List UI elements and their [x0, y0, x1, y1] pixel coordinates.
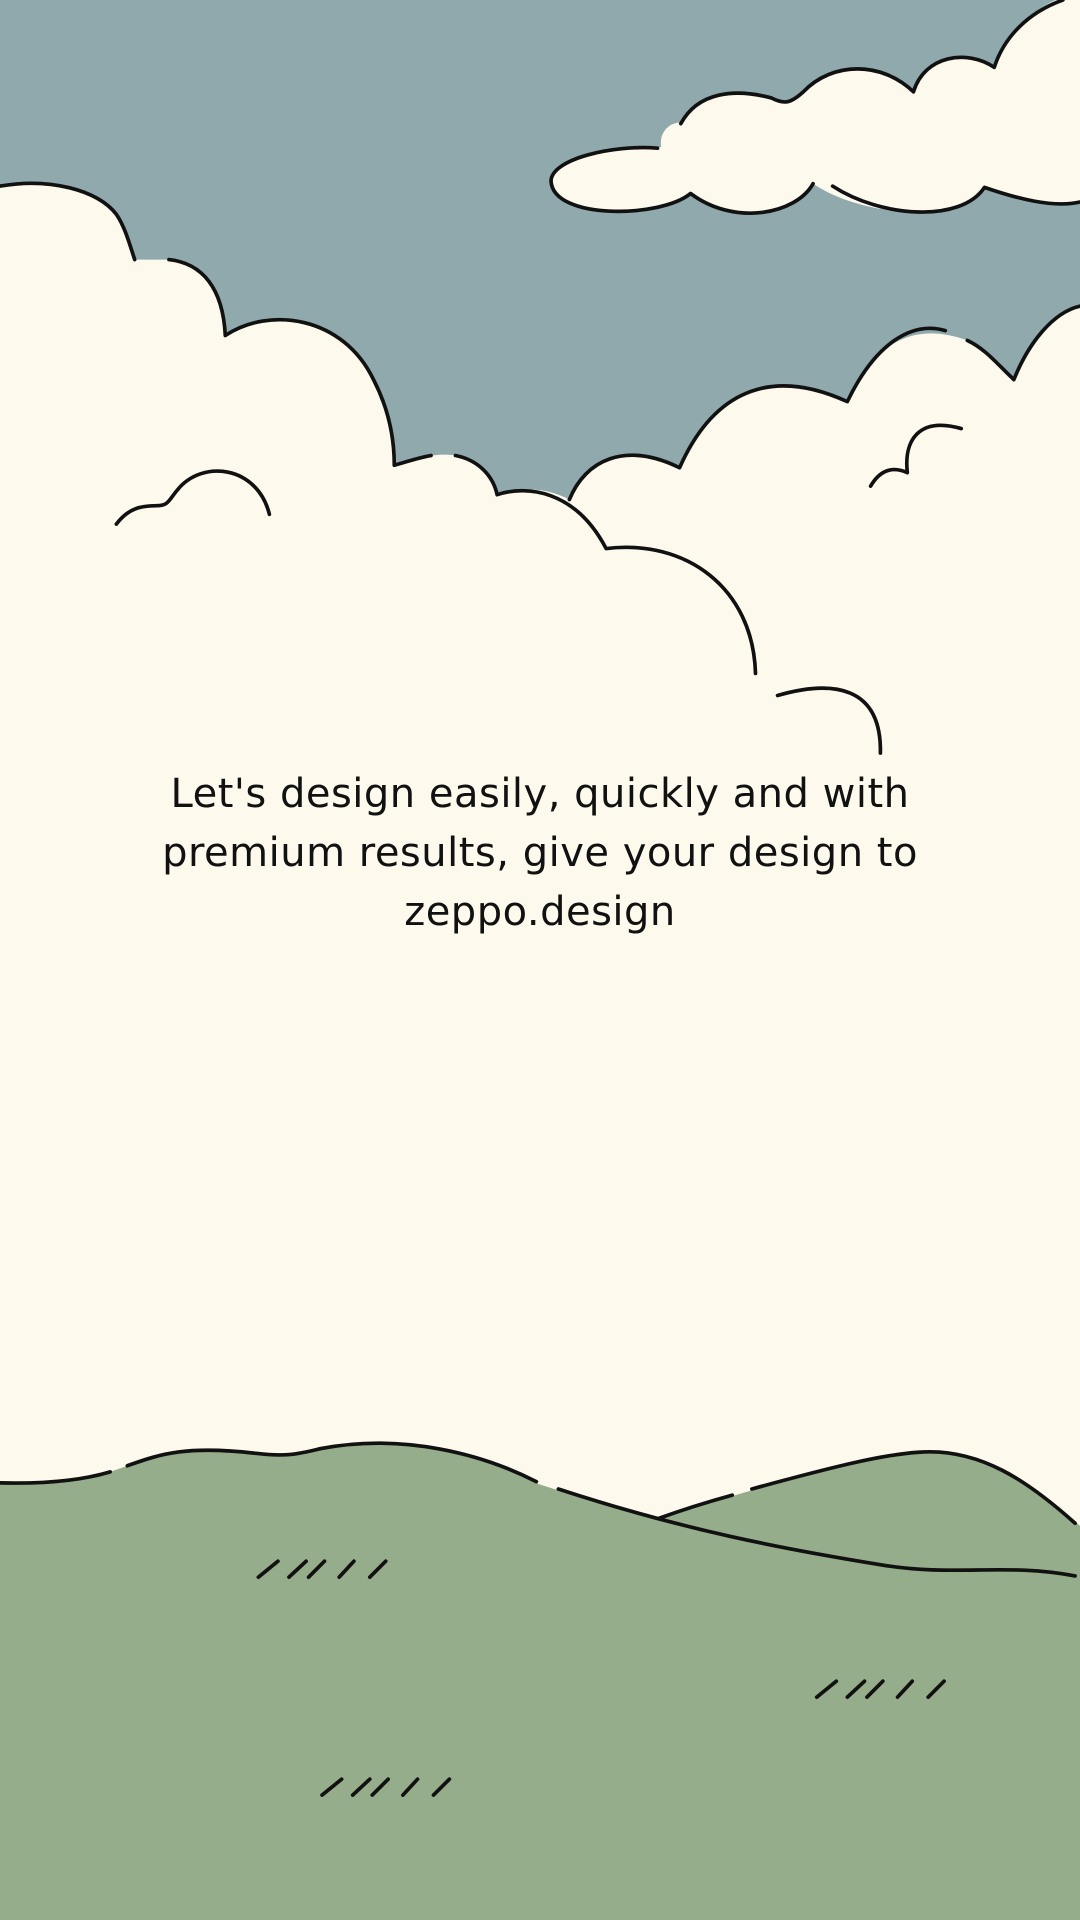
landscape-illustration	[0, 0, 1080, 1920]
tagline-text: Let's design easily, quickly and with pr…	[162, 771, 918, 935]
